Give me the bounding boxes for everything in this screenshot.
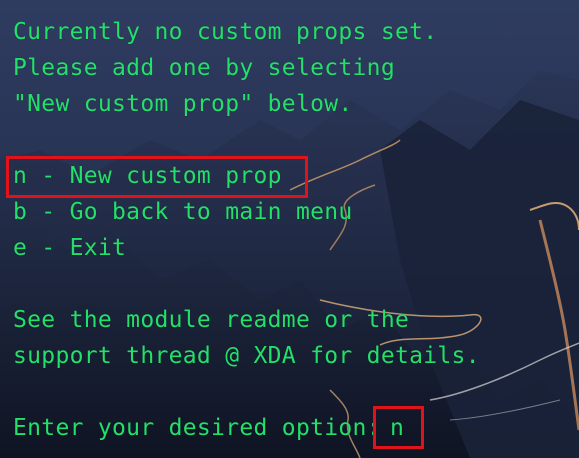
highlight-new-custom-prop	[6, 156, 308, 198]
status-line-3: "New custom prop" below.	[13, 91, 353, 117]
info-line-2: support thread @ XDA for details.	[13, 343, 480, 369]
terminal-window: Currently no custom props set. Please ad…	[0, 0, 579, 458]
status-line-1: Currently no custom props set.	[13, 19, 438, 45]
info-line-1: See the module readme or the	[13, 307, 410, 333]
highlight-input	[373, 406, 424, 449]
menu-option-go-back[interactable]: b - Go back to main menu	[13, 197, 353, 227]
status-line-2: Please add one by selecting	[13, 55, 395, 81]
terminal-output: Currently no custom props set. Please ad…	[0, 0, 579, 458]
menu-option-exit[interactable]: e - Exit	[13, 233, 126, 263]
option-prompt: Enter your desired option:	[13, 415, 395, 441]
